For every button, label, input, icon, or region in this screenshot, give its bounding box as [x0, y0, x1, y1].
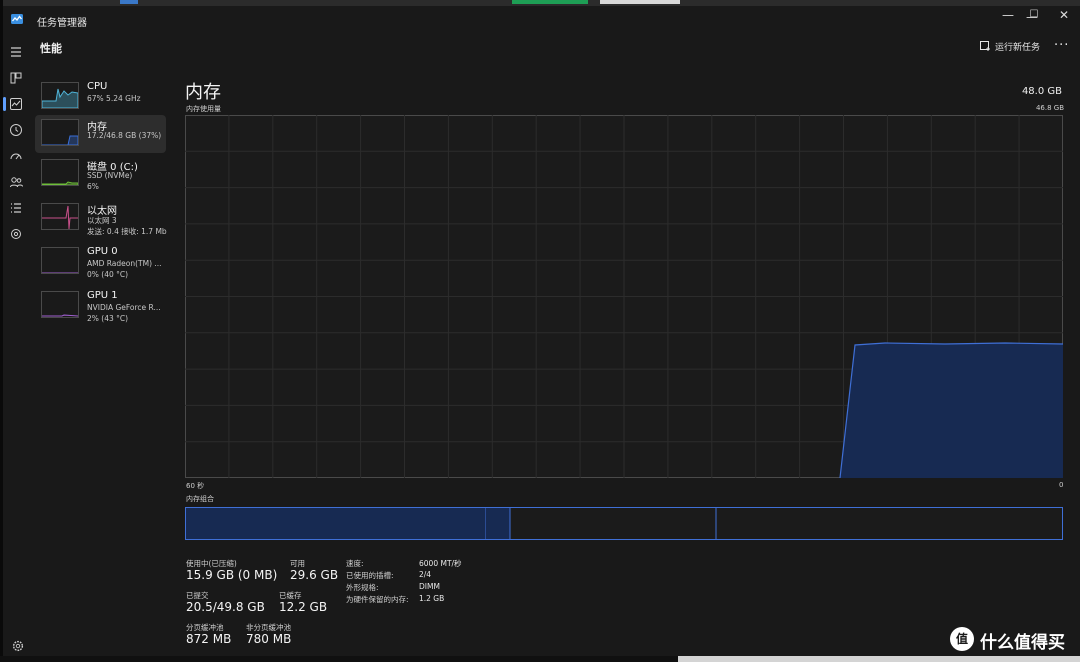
task-manager-icon [11, 14, 23, 24]
graph-axis-right: 0 [1059, 481, 1064, 489]
memory-usage-label: 内存使用量 [186, 105, 221, 113]
sidebar-item-disk-0[interactable]: 磁盘 0 (C:) SSD (NVMe) 6% [35, 155, 166, 193]
nonpaged-pool-value: 780 MB [246, 632, 292, 646]
watermark: 值 什么值得买 [948, 626, 1074, 656]
run-new-task-label: 运行新任务 [995, 43, 1041, 53]
sidebar-item-detail: 17.2/46.8 GB (37%) [87, 131, 162, 140]
available-value: 29.6 GB [290, 568, 339, 582]
sidebar-item-thumbnail [41, 291, 79, 318]
title-bar[interactable]: 任务管理器 — [3, 6, 1080, 34]
sidebar-item-thumbnail [41, 119, 79, 146]
minimize-button[interactable]: — [994, 6, 1022, 24]
memory-usage-graph [185, 115, 1063, 478]
sidebar-item-detail: 以太网 3 [87, 216, 117, 225]
memory-usage-max: 46.8 GB [1035, 104, 1064, 112]
sidebar-item-subdetail: 0% (40 °C) [87, 270, 129, 279]
sidebar-item-name: GPU 0 [87, 246, 118, 257]
nav-selected-indicator [3, 97, 6, 111]
hardware-reserved-value: 1.2 GB [419, 594, 445, 603]
memory-usage-area [840, 343, 1063, 478]
sidebar-item-detail: NVIDIA GeForce R... [87, 303, 161, 312]
sidebar-item-name: CPU [87, 81, 108, 92]
sidebar-item-thumbnail [41, 247, 79, 274]
sidebar-item-detail: 67% 5.24 GHz [87, 94, 141, 103]
committed-value: 20.5/49.8 GB [186, 600, 265, 614]
run-task-icon [980, 41, 990, 51]
maximize-button[interactable]: ☐ [1020, 6, 1048, 24]
sidebar-item-gpu-0[interactable]: GPU 0 AMD Radeon(TM) ... 0% (40 °C) [35, 243, 166, 281]
more-options-button[interactable]: ··· [1054, 38, 1069, 53]
run-new-task-button[interactable]: 运行新任务 [980, 40, 1040, 53]
close-button[interactable]: ✕ [1050, 6, 1078, 24]
memory-total: 48.0 GB [1021, 86, 1062, 97]
composition-modified [486, 508, 510, 539]
services-icon[interactable] [8, 226, 24, 242]
section-title: 性能 [40, 42, 62, 55]
users-icon[interactable] [8, 174, 24, 190]
form-factor-key: 外形规格: [346, 583, 379, 592]
processes-icon[interactable] [8, 70, 24, 86]
memory-composition-bar [185, 507, 1063, 540]
settings-gear-icon[interactable] [11, 639, 25, 653]
sidebar-item-thumbnail [41, 203, 79, 230]
hamburger-menu-icon[interactable] [8, 44, 24, 60]
cached-value: 12.2 GB [279, 600, 328, 614]
speed-key: 速度: [346, 559, 364, 568]
sidebar-item-subdetail: 2% (43 °C) [87, 314, 129, 323]
paged-pool-value: 872 MB [186, 632, 232, 646]
watermark-text: 什么值得买 [980, 633, 1065, 653]
sidebar-item-detail: AMD Radeon(TM) ... [87, 259, 162, 268]
performance-icon[interactable] [8, 96, 24, 112]
startup-apps-icon[interactable] [8, 148, 24, 164]
sidebar-item-memory[interactable]: 内存 17.2/46.8 GB (37%) [35, 115, 166, 153]
in-use-value: 15.9 GB (0 MB) [186, 568, 278, 582]
sidebar-item-name: GPU 1 [87, 290, 118, 301]
navigation-rail [3, 34, 29, 656]
app-title: 任务管理器 [37, 18, 87, 29]
memory-composition-label: 内存组合 [186, 495, 214, 503]
sidebar-item-gpu-1[interactable]: GPU 1 NVIDIA GeForce R... 2% (43 °C) [35, 287, 166, 325]
slots-used-key: 已使用的插槽: [346, 571, 394, 580]
hardware-reserved-key: 为硬件保留的内存: [346, 595, 409, 604]
sidebar-item-ethernet[interactable]: 以太网 以太网 3 发送: 0.4 接收: 1.7 Mb [35, 199, 167, 237]
memory-title: 内存 [185, 82, 221, 103]
sidebar-item-subdetail: 发送: 0.4 接收: 1.7 Mb [87, 227, 167, 236]
graph-axis-left: 60 秒 [186, 482, 205, 490]
details-icon[interactable] [8, 200, 24, 216]
sidebar-item-cpu[interactable]: CPU 67% 5.24 GHz [35, 78, 166, 116]
slots-used-value: 2/4 [419, 570, 432, 579]
speed-value: 6000 MT/秒 [419, 559, 462, 568]
sidebar-item-thumbnail [41, 82, 79, 109]
form-factor-value: DIMM [419, 582, 440, 591]
composition-in-use [186, 508, 486, 539]
sidebar-item-subdetail: 6% [87, 182, 99, 191]
sidebar-item-thumbnail [41, 159, 79, 186]
watermark-logo: 值 [950, 627, 974, 651]
app-history-icon[interactable] [8, 122, 24, 138]
sidebar-item-detail: SSD (NVMe) [87, 171, 133, 180]
background-bottom-strip [0, 656, 1080, 662]
